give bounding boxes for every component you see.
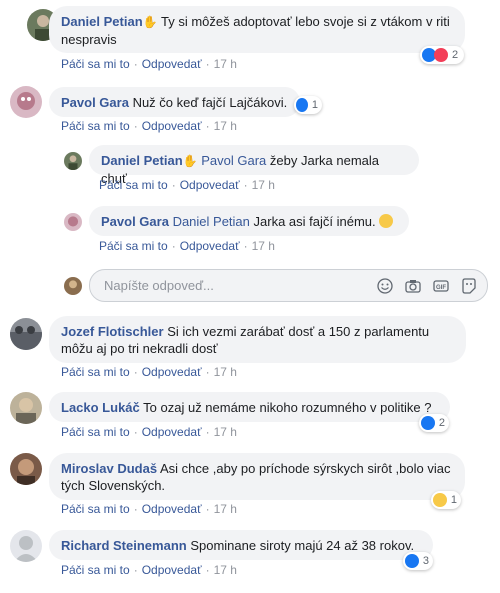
sticker-icon[interactable] — [461, 278, 477, 294]
avatar[interactable] — [10, 392, 42, 424]
reply-bubble: Pavol Gara Daniel Petian Jarka asi fajčí… — [89, 206, 409, 236]
comment-bubble: Lacko Lukáč To ozaj už nemáme nikoho roz… — [49, 392, 450, 422]
reply-link[interactable]: Odpovedať — [142, 502, 202, 516]
reply-link[interactable]: Odpovedať — [142, 119, 202, 133]
reactions-badge[interactable]: 3 — [403, 552, 433, 570]
comment-bubble: Miroslav Dudaš Asi chce ,aby po príchode… — [49, 453, 465, 500]
reply-actions: Páči sa mi to · Odpovedať · 17 h — [99, 178, 275, 192]
comment-actions: Páči sa mi to · Odpovedať · 17 h — [61, 119, 237, 133]
like-link[interactable]: Páči sa mi to — [99, 239, 168, 253]
avatar[interactable] — [10, 318, 42, 350]
reply-input-box[interactable]: GIF — [89, 269, 488, 302]
reply-link[interactable]: Odpovedať — [180, 178, 240, 192]
reply-actions: Páči sa mi to · Odpovedať · 17 h — [99, 239, 275, 253]
mention-link[interactable]: Pavol Gara — [201, 153, 266, 168]
comment-author[interactable]: Daniel Petian — [61, 14, 143, 29]
comment-actions: Páči sa mi to · Odpovedať · 17 h — [61, 365, 237, 379]
reply-input[interactable] — [102, 277, 356, 294]
reply-author[interactable]: Pavol Gara — [101, 214, 169, 229]
camera-icon[interactable] — [405, 278, 421, 294]
reactions-badge[interactable]: 2 — [419, 414, 449, 432]
avatar[interactable] — [64, 213, 82, 231]
timestamp[interactable]: 17 h — [214, 119, 237, 133]
comment-author[interactable]: Pavol Gara — [61, 95, 129, 110]
comment-bubble: Pavol Gara Nuž čo keď fajčí Lajčákovi. — [49, 87, 300, 117]
reactions-badge[interactable]: 2 — [420, 46, 464, 64]
comment-author[interactable]: Jozef Flotischler — [61, 324, 164, 339]
avatar[interactable] — [10, 453, 42, 485]
comment-author[interactable]: Richard Steinemann — [61, 538, 187, 553]
reply-link[interactable]: Odpovedať — [142, 425, 202, 439]
comment-actions: Páči sa mi to · Odpovedať · 17 h — [61, 502, 237, 516]
current-user-avatar — [64, 277, 82, 295]
comment-bubble: Richard Steinemann Spominane siroty majú… — [49, 530, 433, 560]
avatar[interactable] — [64, 152, 82, 170]
timestamp[interactable]: 17 h — [252, 178, 275, 192]
reply-link[interactable]: Odpovedať — [180, 239, 240, 253]
comment-actions: Páči sa mi to · Odpovedať · 17 h — [61, 425, 237, 439]
timestamp[interactable]: 17 h — [214, 365, 237, 379]
like-reaction-icon — [405, 554, 419, 568]
comment-author[interactable]: Miroslav Dudaš — [61, 461, 157, 476]
comment-text: Spominane siroty majú 24 až 38 rokov. — [190, 538, 415, 553]
like-link[interactable]: Páči sa mi to — [61, 57, 130, 71]
comment-text: Nuž čo keď fajčí Lajčákovi. — [132, 95, 288, 110]
comment-actions: Páči sa mi to · Odpovedať · 17 h — [61, 563, 237, 577]
wave-icon: ✋ — [142, 15, 158, 29]
comment-bubble: Daniel Petian✋ Ty si môžeš adoptovať leb… — [49, 6, 465, 53]
reactions-badge[interactable]: 1 — [431, 491, 461, 509]
mention-link[interactable]: Daniel Petian — [173, 214, 250, 229]
svg-text:GIF: GIF — [436, 285, 446, 291]
reactions-badge[interactable]: 1 — [294, 96, 322, 114]
timestamp[interactable]: 17 h — [214, 57, 237, 71]
like-link[interactable]: Páči sa mi to — [61, 425, 130, 439]
gif-icon[interactable]: GIF — [433, 278, 449, 294]
like-link[interactable]: Páči sa mi to — [61, 563, 130, 577]
timestamp[interactable]: 17 h — [214, 502, 237, 516]
avatar[interactable] — [10, 86, 42, 118]
emoji-icon[interactable] — [377, 278, 393, 294]
like-link[interactable]: Páči sa mi to — [61, 119, 130, 133]
sad-reaction-icon — [433, 493, 447, 507]
like-reaction-icon — [296, 98, 308, 112]
timestamp[interactable]: 17 h — [252, 239, 275, 253]
love-reaction-icon — [434, 48, 448, 62]
comment-author[interactable]: Lacko Lukáč — [61, 400, 140, 415]
reply-author[interactable]: Daniel Petian — [101, 153, 183, 168]
reply-text: Jarka asi fajčí inému. — [253, 214, 376, 229]
comment-bubble: Jozef Flotischler Si ich vezmi zarábať d… — [49, 316, 466, 363]
reply-bubble: Daniel Petian✋ Pavol Gara žeby Jarka nem… — [89, 145, 419, 186]
timestamp[interactable]: 17 h — [214, 563, 237, 577]
like-reaction-icon — [421, 416, 435, 430]
reply-link[interactable]: Odpovedať — [142, 57, 202, 71]
smile-emoji-icon — [379, 214, 394, 228]
timestamp[interactable]: 17 h — [214, 425, 237, 439]
like-link[interactable]: Páči sa mi to — [61, 365, 130, 379]
wave-icon: ✋ — [182, 154, 198, 168]
comment-text: To ozaj už nemáme nikoho rozumného v pol… — [143, 400, 432, 415]
reply-link[interactable]: Odpovedať — [142, 563, 202, 577]
like-link[interactable]: Páči sa mi to — [61, 502, 130, 516]
avatar[interactable] — [10, 530, 42, 562]
reply-link[interactable]: Odpovedať — [142, 365, 202, 379]
like-link[interactable]: Páči sa mi to — [99, 178, 168, 192]
comment-actions: Páči sa mi to · Odpovedať · 17 h — [61, 57, 237, 71]
